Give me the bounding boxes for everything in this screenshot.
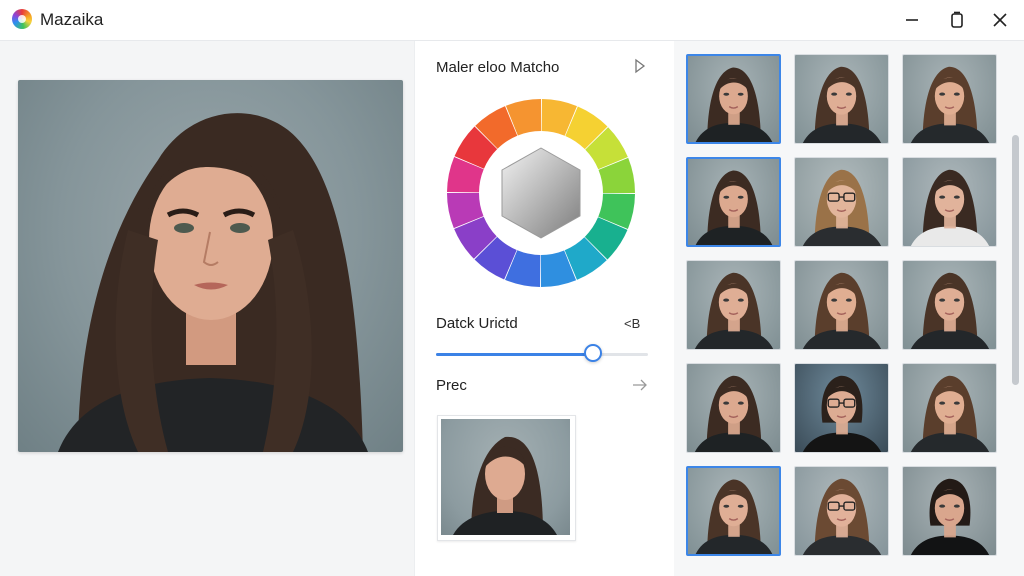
- variant-portrait: [910, 66, 990, 143]
- variant-thumbnail[interactable]: [794, 363, 889, 453]
- variant-portrait: [910, 375, 990, 452]
- variant-thumbnail[interactable]: [902, 260, 997, 350]
- variant-thumbnail[interactable]: [686, 54, 781, 144]
- portrait-illustration: [58, 113, 368, 452]
- variant-thumbnail[interactable]: [686, 363, 781, 453]
- variant-thumbnail[interactable]: [686, 260, 781, 350]
- variant-portrait: [802, 478, 882, 555]
- variant-thumbnail[interactable]: [902, 54, 997, 144]
- variant-portrait: [802, 66, 882, 143]
- preview-portrait: [453, 436, 557, 535]
- variant-thumbnail[interactable]: [686, 157, 781, 247]
- match-section-title: Maler eloo Matcho: [436, 59, 560, 76]
- variant-thumbnail[interactable]: [794, 466, 889, 556]
- app-logo-icon: [12, 9, 32, 29]
- minimize-icon: [906, 19, 918, 21]
- variant-portrait: [802, 375, 882, 452]
- play-icon[interactable]: [634, 58, 646, 74]
- variant-portrait: [695, 67, 773, 142]
- variant-portrait: [910, 478, 990, 555]
- variant-portrait: [802, 272, 882, 349]
- variant-thumbnail[interactable]: [686, 466, 781, 556]
- minimize-button[interactable]: [890, 0, 934, 40]
- close-icon: [993, 13, 1007, 27]
- variant-thumbnail[interactable]: [794, 157, 889, 247]
- variant-portrait: [695, 170, 773, 245]
- arrow-right-icon[interactable]: [632, 378, 648, 392]
- variant-portrait: [694, 375, 774, 452]
- maximize-button[interactable]: [935, 0, 979, 40]
- variants-grid: [686, 54, 997, 556]
- restore-icon: [951, 11, 963, 28]
- variant-portrait: [910, 272, 990, 349]
- variants-panel: [674, 41, 1024, 576]
- variant-portrait: [695, 479, 773, 554]
- color-wheel[interactable]: [446, 98, 636, 288]
- main-portrait-image[interactable]: [18, 80, 403, 452]
- variant-thumbnail[interactable]: [902, 466, 997, 556]
- title-bar: Mazaika: [0, 0, 1024, 41]
- variant-portrait: [910, 169, 990, 246]
- blend-slider-thumb[interactable]: [583, 344, 602, 362]
- scrollbar-thumb[interactable]: [1012, 135, 1019, 385]
- variant-portrait: [802, 169, 882, 246]
- variant-thumbnail[interactable]: [902, 363, 997, 453]
- app-title: Mazaika: [40, 10, 104, 29]
- preview-thumbnail[interactable]: [437, 415, 576, 541]
- preview-image: [441, 419, 570, 535]
- variant-thumbnail[interactable]: [794, 260, 889, 350]
- blend-slider-fill: [436, 353, 593, 356]
- blend-slider[interactable]: [436, 344, 648, 362]
- variant-thumbnail[interactable]: [902, 157, 997, 247]
- blend-label: Datck Urictd: [436, 315, 518, 332]
- variant-portrait: [694, 272, 774, 349]
- blend-value: <B: [624, 316, 641, 331]
- close-button[interactable]: [978, 0, 1022, 40]
- variant-thumbnail[interactable]: [794, 54, 889, 144]
- preview-label: Prec: [436, 377, 467, 394]
